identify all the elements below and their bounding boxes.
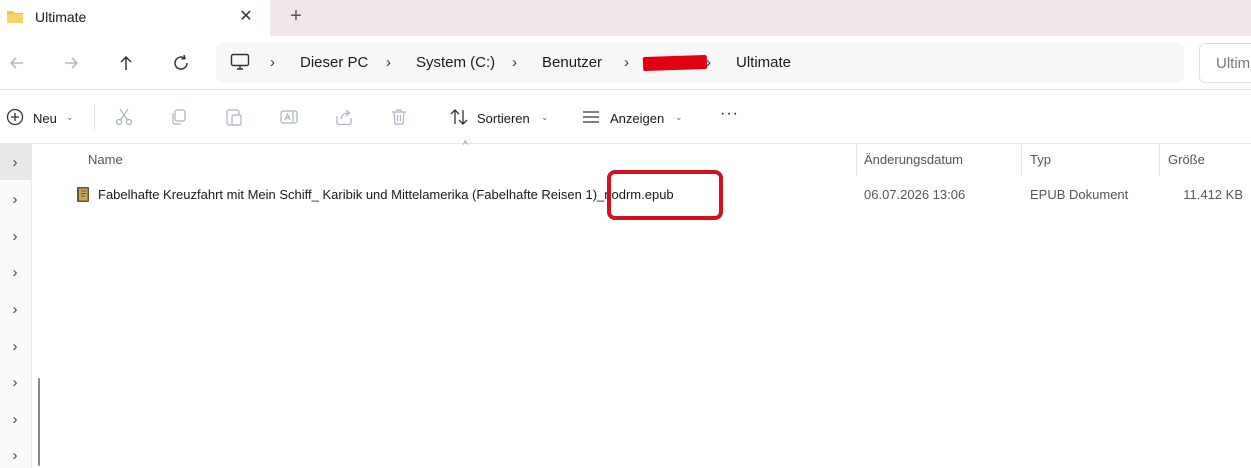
navigation-pane: › › › › › › › › › xyxy=(0,144,32,468)
chevron-right-icon[interactable]: › xyxy=(8,191,22,208)
plus-circle-icon[interactable] xyxy=(6,107,26,127)
column-divider[interactable] xyxy=(1021,144,1022,176)
breadcrumb-ultimate[interactable]: Ultimate xyxy=(736,54,791,71)
file-size: 11.412 KB xyxy=(1183,187,1243,202)
breadcrumb-benutzer[interactable]: Benutzer xyxy=(542,54,602,71)
arrow-right-icon[interactable] xyxy=(60,52,82,74)
new-tab-button[interactable]: + xyxy=(286,5,306,28)
title-bar: Ultimate ✕ + xyxy=(0,0,1251,36)
epub-book-icon xyxy=(77,187,89,202)
breadcrumb-separator[interactable]: › xyxy=(270,54,275,71)
paste-icon[interactable] xyxy=(224,107,244,127)
search-box[interactable]: Ultimate xyxy=(1199,43,1251,83)
breadcrumb-dieser-pc[interactable]: Dieser PC xyxy=(300,54,368,71)
search-placeholder: Ultimate xyxy=(1216,55,1251,72)
view-button[interactable]: Anzeigen xyxy=(610,111,664,126)
column-header-date[interactable]: Änderungsdatum xyxy=(864,152,963,167)
chevron-right-icon[interactable]: › xyxy=(8,228,22,245)
view-list-icon[interactable] xyxy=(581,107,601,127)
sort-button[interactable]: Sortieren xyxy=(477,111,530,126)
chevron-right-icon[interactable]: › xyxy=(8,411,22,428)
breadcrumb-separator[interactable]: › xyxy=(512,54,517,71)
command-bar: Neu ⌄ Sortieren ⌄ Anzeigen ⌄ ··· xyxy=(0,90,1251,144)
file-date: 06.07.2026 13:06 xyxy=(864,187,966,202)
share-icon[interactable] xyxy=(334,107,354,127)
arrow-up-icon[interactable] xyxy=(115,52,137,74)
file-name[interactable]: Fabelhafte Kreuzfahrt mit Mein Schiff_ K… xyxy=(98,187,674,202)
more-options-button[interactable]: ··· xyxy=(720,105,739,123)
toolbar-divider xyxy=(94,104,95,130)
close-icon[interactable]: ✕ xyxy=(236,6,256,26)
new-button[interactable]: Neu xyxy=(33,111,57,126)
tab-title: Ultimate xyxy=(35,9,87,25)
column-divider[interactable] xyxy=(856,144,857,176)
scissors-icon[interactable] xyxy=(114,107,134,127)
redaction-mark xyxy=(642,54,708,72)
chevron-right-icon[interactable]: › xyxy=(8,447,22,464)
chevron-down-icon[interactable]: ⌄ xyxy=(541,112,549,123)
refresh-icon[interactable] xyxy=(170,52,192,74)
breadcrumb-separator[interactable]: › xyxy=(624,54,629,71)
highlight-annotation xyxy=(607,170,723,220)
chevron-right-icon[interactable]: › xyxy=(8,338,22,355)
breadcrumb-separator[interactable]: › xyxy=(386,54,391,71)
sort-icon[interactable] xyxy=(449,107,469,127)
breadcrumb-system-c[interactable]: System (C:) xyxy=(416,54,495,71)
chevron-down-icon[interactable]: ⌄ xyxy=(66,112,74,123)
rename-icon[interactable] xyxy=(279,107,299,127)
navigation-bar: › Dieser PC › System (C:) › Benutzer › ›… xyxy=(0,36,1251,90)
column-header-name[interactable]: Name xyxy=(88,152,123,167)
chevron-right-icon[interactable]: › xyxy=(8,264,22,281)
monitor-icon[interactable] xyxy=(230,53,250,71)
scrollbar-thumb[interactable] xyxy=(38,378,40,466)
chevron-right-icon[interactable]: › xyxy=(8,154,22,171)
chevron-right-icon[interactable]: › xyxy=(8,374,22,391)
copy-icon[interactable] xyxy=(169,107,189,127)
file-type: EPUB Dokument xyxy=(1030,187,1129,202)
chevron-right-icon[interactable]: › xyxy=(8,301,22,318)
column-header-type[interactable]: Typ xyxy=(1030,152,1051,167)
column-header-size[interactable]: Größe xyxy=(1168,152,1205,167)
chevron-down-icon[interactable]: ⌄ xyxy=(675,112,683,123)
tab-ultimate[interactable]: Ultimate ✕ xyxy=(0,0,270,36)
trash-icon[interactable] xyxy=(389,107,409,127)
column-divider[interactable] xyxy=(1159,144,1160,176)
folder-icon xyxy=(7,11,23,23)
arrow-left-icon[interactable] xyxy=(6,52,28,74)
